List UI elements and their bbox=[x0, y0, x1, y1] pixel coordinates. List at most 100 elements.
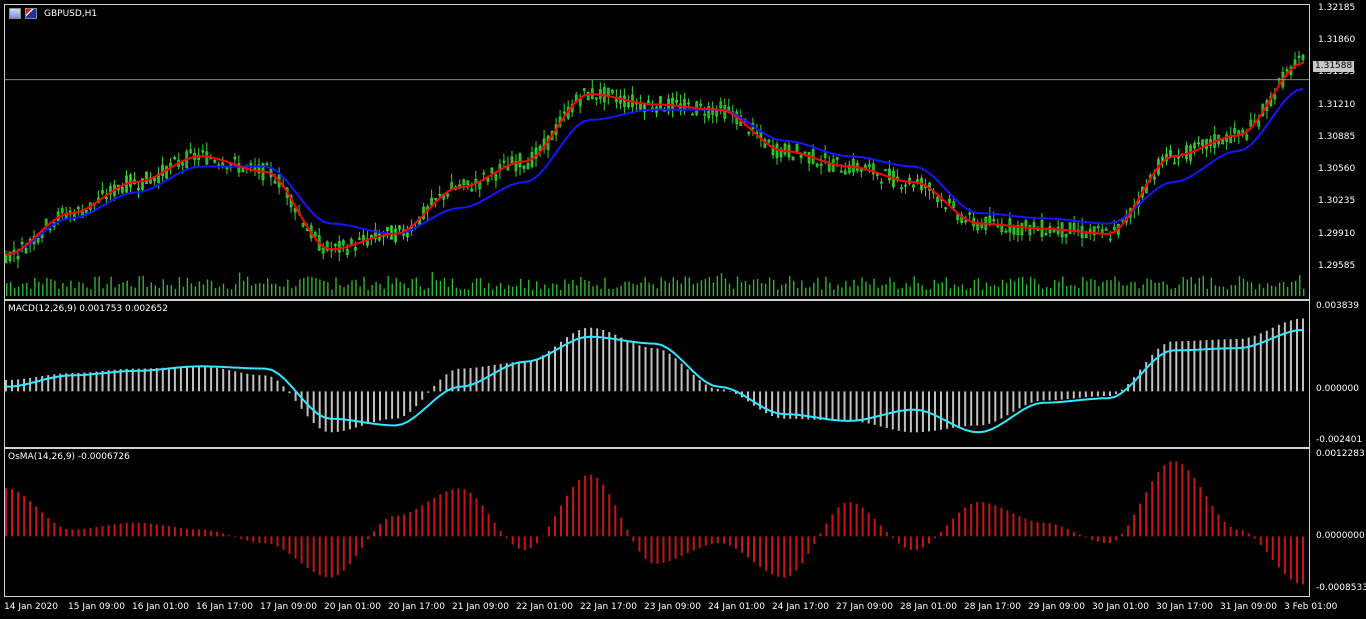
volume-bar bbox=[226, 288, 229, 296]
volume-bar bbox=[937, 283, 939, 296]
volume-bar bbox=[250, 285, 253, 296]
osma-bar bbox=[475, 498, 478, 537]
osma-bar bbox=[1296, 536, 1298, 584]
osma-bar bbox=[409, 512, 412, 537]
osma-bar bbox=[463, 489, 466, 537]
osma-bar bbox=[921, 536, 924, 548]
volume-bar bbox=[1182, 277, 1184, 296]
macd-bar bbox=[276, 380, 279, 392]
macd-bar bbox=[668, 353, 671, 392]
volume-bar bbox=[664, 280, 666, 296]
volume-bar bbox=[22, 283, 24, 296]
uk-flag-icon bbox=[25, 8, 37, 19]
osma-bar bbox=[1018, 516, 1021, 537]
price-tick: 1.32185 bbox=[1318, 3, 1356, 13]
volume-bar bbox=[331, 289, 333, 296]
osma-bar bbox=[1247, 533, 1250, 537]
volume-bar bbox=[1054, 279, 1056, 296]
osma-bar bbox=[1271, 536, 1274, 560]
chart-window-icon bbox=[9, 8, 21, 19]
osma-bar bbox=[572, 486, 575, 537]
volume-bar bbox=[182, 286, 185, 296]
osma-bar bbox=[885, 531, 888, 537]
osma-bar bbox=[843, 503, 846, 537]
macd-bar bbox=[155, 368, 158, 392]
macd-bar bbox=[650, 348, 653, 392]
volume-bar bbox=[825, 276, 827, 296]
volume-bar bbox=[841, 287, 843, 296]
osma-bar bbox=[403, 514, 406, 537]
volume-bar bbox=[291, 288, 293, 296]
volume-bar bbox=[801, 280, 803, 296]
osma-bar bbox=[1121, 533, 1123, 537]
volume-bar bbox=[1082, 277, 1084, 296]
osma-bar bbox=[65, 528, 68, 537]
macd-bar bbox=[747, 391, 749, 402]
macd-bar bbox=[988, 391, 991, 424]
volume-bar bbox=[624, 281, 626, 296]
volume-bar bbox=[885, 284, 887, 296]
osma-bar bbox=[897, 536, 900, 544]
osma-bar bbox=[614, 505, 617, 537]
volume-bar bbox=[38, 281, 40, 296]
price-tick: 1.31210 bbox=[1318, 100, 1356, 110]
volume-bar bbox=[491, 289, 494, 296]
volume-bar bbox=[435, 280, 438, 296]
macd-bar bbox=[385, 391, 388, 420]
macd-bar bbox=[29, 377, 32, 392]
volume-bar bbox=[455, 287, 458, 296]
time-tick: 14 Jan 2020 bbox=[4, 602, 58, 612]
volume-bar bbox=[616, 287, 618, 296]
osma-bar bbox=[264, 536, 267, 544]
volume-bar bbox=[206, 279, 209, 296]
osma-bar bbox=[83, 528, 86, 537]
volume-bar bbox=[423, 289, 425, 296]
volume-bar bbox=[580, 277, 582, 296]
macd-bar bbox=[1042, 391, 1045, 401]
time-tick: 30 Jan 17:00 bbox=[1156, 602, 1213, 612]
macd-bar bbox=[819, 391, 822, 420]
osma-bar bbox=[710, 536, 713, 544]
macd-bar bbox=[330, 391, 333, 433]
osma-bar bbox=[747, 536, 749, 558]
macd-bar bbox=[560, 341, 562, 392]
osma-tick: 0.0012283 bbox=[1316, 449, 1365, 459]
volume-bar bbox=[343, 287, 345, 296]
osma-bar bbox=[1277, 536, 1280, 568]
macd-bar bbox=[1048, 391, 1051, 401]
osma-bar bbox=[1199, 486, 1202, 537]
volume-bar bbox=[1178, 284, 1180, 296]
osma-bar bbox=[626, 530, 629, 537]
volume-bar bbox=[777, 289, 779, 296]
volume-bar bbox=[861, 277, 863, 296]
volume-bar bbox=[1094, 280, 1096, 296]
volume-bar bbox=[150, 282, 152, 296]
osma-bar bbox=[342, 536, 345, 571]
macd-bar bbox=[41, 376, 44, 392]
macd-bar bbox=[240, 372, 243, 392]
macd-bar bbox=[1030, 391, 1033, 403]
macd-bar bbox=[1102, 391, 1105, 396]
macd-bar bbox=[825, 391, 828, 421]
volume-bar bbox=[1050, 288, 1052, 296]
osma-bar bbox=[288, 536, 291, 554]
macd-bar bbox=[523, 361, 526, 392]
osma-bar bbox=[179, 528, 182, 537]
macd-bar bbox=[173, 367, 176, 392]
volume-bar bbox=[54, 280, 56, 296]
macd-bar bbox=[710, 387, 713, 392]
volume-bar bbox=[487, 283, 490, 296]
volume-bar bbox=[347, 284, 349, 296]
volume-bar bbox=[275, 283, 277, 296]
macd-bar bbox=[463, 368, 466, 392]
volume-bar bbox=[524, 288, 526, 296]
macd-bar bbox=[915, 391, 918, 433]
volume-bar bbox=[411, 278, 413, 296]
osma-bar bbox=[1229, 526, 1232, 537]
volume-bar bbox=[102, 288, 104, 296]
macd-bar bbox=[1006, 391, 1009, 416]
volume-bar bbox=[178, 277, 181, 296]
volume-bar bbox=[965, 289, 968, 296]
chart-window[interactable]: GBPUSD,H1 MACD(12,26,9) 0.001753 0.00265… bbox=[0, 0, 1366, 619]
osma-bar bbox=[741, 536, 743, 553]
